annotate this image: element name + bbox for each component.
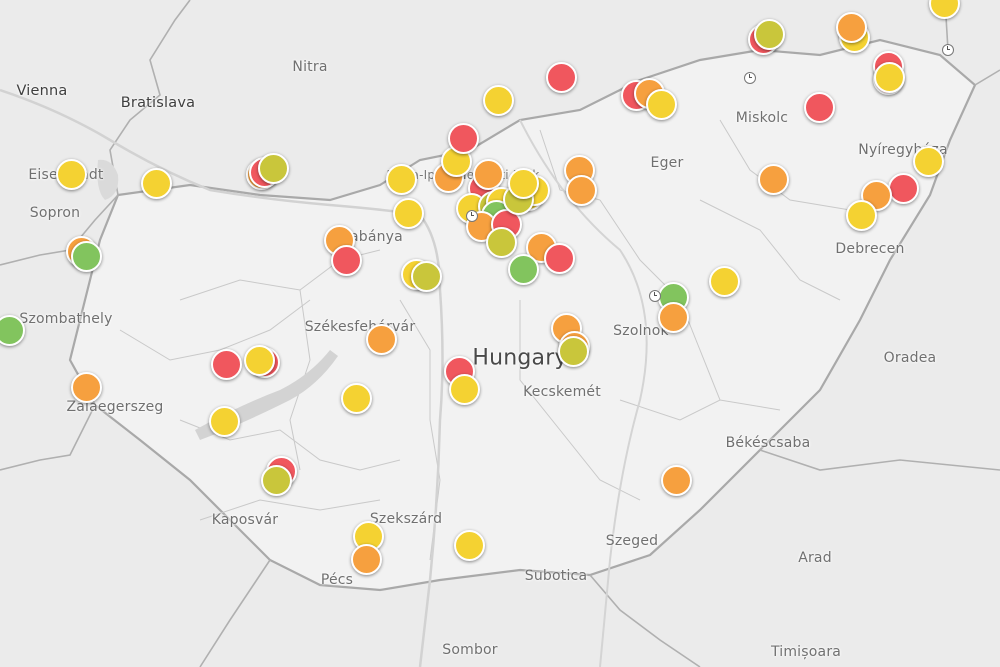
station-marker[interactable] [557,335,589,367]
city-label-sombor: Sombor [442,642,498,658]
station-marker[interactable] [757,163,789,195]
city-label-kaposvar: Kaposvár [211,512,279,528]
city-label-arad: Arad [798,550,832,566]
station-marker[interactable] [657,301,689,333]
clock-icon [649,290,661,302]
station-marker[interactable] [351,543,382,575]
station-marker[interactable] [486,227,517,259]
city-label-szekesfehervar: Székesfehérvár [304,319,416,335]
city-label-pecs: Pécs [320,572,354,588]
station-marker[interactable] [566,175,597,207]
station-marker[interactable] [447,123,479,155]
station-marker[interactable] [257,152,289,184]
city-label-szombathely: Szombathely [19,311,113,327]
city-label-hungary: Hungary [472,345,568,371]
station-marker[interactable] [912,145,944,177]
station-marker[interactable] [482,84,514,116]
station-marker[interactable] [71,240,102,272]
city-label-bekescsaba: Békéscsaba [725,435,811,451]
clock-icon [466,210,478,222]
city-label-eger: Eger [650,155,684,171]
station-marker[interactable] [507,168,539,200]
station-marker[interactable] [244,344,276,376]
station-marker[interactable] [846,200,877,232]
station-marker[interactable] [804,91,836,123]
city-label-timisoara: Timișoara [770,644,842,660]
city-label-szekszard: Szekszárd [369,511,443,527]
station-marker[interactable] [546,62,577,94]
station-marker[interactable] [71,371,102,403]
city-label-nitra: Nitra [292,59,328,75]
city-label-oradea: Oradea [883,350,937,366]
station-marker[interactable] [392,197,424,229]
city-label-sopron: Sopron [29,205,81,221]
clock-icon [942,44,954,56]
city-label-debrecen: Debrecen [835,241,905,257]
city-label-kecskemet: Kecskemét [523,384,601,400]
station-marker[interactable] [341,383,372,415]
station-marker[interactable] [709,265,741,297]
station-marker[interactable] [887,173,919,204]
city-label-szeged: Szeged [605,533,659,549]
city-label-miskolc: Miskolc [735,110,789,126]
city-label-vienna: Vienna [16,83,68,99]
station-marker[interactable] [661,464,692,496]
station-marker[interactable] [209,405,241,437]
station-marker[interactable] [261,464,292,496]
station-marker[interactable] [411,261,442,293]
station-marker[interactable] [507,254,539,286]
city-label-bratislava: Bratislava [120,95,196,111]
station-marker[interactable] [386,163,417,195]
map-view[interactable]: ViennaBratislavaNitraEisenstadtSopronTat… [0,0,1000,667]
clock-icon [744,72,756,84]
city-label-subotica: Subotica [524,568,588,584]
station-marker[interactable] [472,159,504,191]
